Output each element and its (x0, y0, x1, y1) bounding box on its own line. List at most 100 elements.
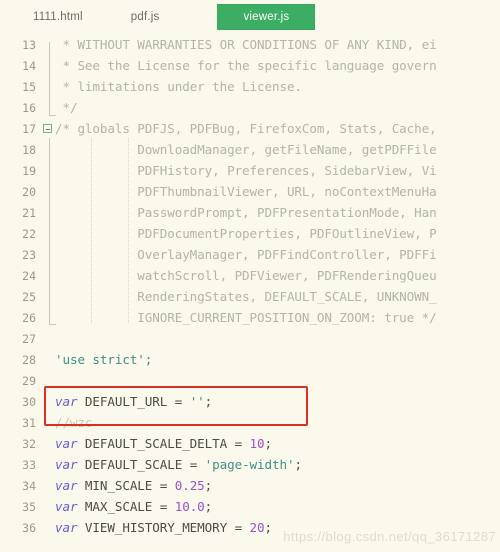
code-token: ; (204, 499, 213, 514)
line-number: 31 (22, 415, 36, 430)
code-line[interactable]: 35 var MAX_SCALE = 10.0; (0, 496, 500, 517)
code-line-text: * See the License for the specific langu… (53, 58, 436, 73)
code-token: PasswordPrompt, PDFPresentationMode, Han (55, 205, 437, 220)
line-number: 23 (22, 247, 36, 262)
code-line[interactable]: 15 * limitations under the License. (0, 76, 500, 97)
line-number: 24 (22, 268, 36, 283)
line-number: 22 (22, 226, 36, 241)
code-token: * limitations under the License. (55, 79, 302, 94)
code-token: = (159, 499, 175, 514)
code-line[interactable]: 27 (0, 328, 500, 349)
code-token: = (234, 520, 250, 535)
code-line[interactable]: 16 */ (0, 97, 500, 118)
code-token: DEFAULT_SCALE_DELTA (77, 436, 235, 451)
code-line[interactable]: 31 //wzc (0, 412, 500, 433)
code-token: 20 (249, 520, 265, 535)
code-editor-window: 1111.html pdf.js viewer.js 13 * WITHOUT … (0, 0, 500, 552)
code-line[interactable]: 32 var DEFAULT_SCALE_DELTA = 10; (0, 433, 500, 454)
tab-pdf-js[interactable]: pdf.js (120, 6, 171, 28)
code-line[interactable]: 25 RenderingStates, DEFAULT_SCALE, UNKNO… (0, 286, 500, 307)
code-line-text: IGNORE_CURRENT_POSITION_ON_ZOOM: true */ (53, 310, 437, 325)
code-token: var (55, 499, 78, 514)
code-line-text: var VIEW_HISTORY_MEMORY = 20; (53, 520, 272, 535)
code-token: 10 (249, 436, 265, 451)
tab-viewer-js[interactable]: viewer.js (218, 5, 315, 29)
code-line-text: /* globals PDFJS, PDFBug, FirefoxCom, St… (53, 121, 437, 136)
code-token: MAX_SCALE (77, 499, 160, 514)
code-fold-guide (49, 42, 56, 116)
indent-guide (128, 138, 129, 323)
code-token: 0.25 (174, 478, 205, 493)
code-line-text: OverlayManager, PDFFindController, PDFFi (53, 247, 436, 262)
code-token: = (159, 478, 175, 493)
code-line-text: var MIN_SCALE = 0.25; (53, 478, 212, 493)
code-line-text: */ (53, 100, 77, 115)
code-token: = (174, 394, 190, 409)
code-token: PDFDocumentProperties, PDFOutlineView, P (55, 226, 437, 241)
code-token: /* globals PDFJS, PDFBug, FirefoxCom, St… (55, 121, 437, 136)
code-token: DEFAULT_URL (77, 394, 175, 409)
line-number: 21 (22, 205, 36, 220)
code-line-text: PDFDocumentProperties, PDFOutlineView, P (53, 226, 437, 241)
code-line[interactable]: 30 var DEFAULT_URL = ''; (0, 391, 500, 412)
code-token: watchScroll, PDFViewer, PDFRenderingQueu (55, 268, 437, 283)
code-token: VIEW_HISTORY_MEMORY (77, 520, 235, 535)
code-token: var (55, 520, 78, 535)
line-number: 14 (22, 58, 36, 73)
code-line[interactable]: 18 DownloadManager, getFileName, getPDFF… (0, 139, 500, 160)
code-line[interactable]: 20 PDFThumbnailViewer, URL, noContextMen… (0, 181, 500, 202)
line-number: 20 (22, 184, 36, 199)
fold-toggle-icon[interactable] (42, 124, 53, 133)
code-line[interactable]: 23 OverlayManager, PDFFindController, PD… (0, 244, 500, 265)
code-token: DEFAULT_SCALE (77, 457, 190, 472)
code-token: 'page-width' (204, 457, 295, 472)
line-number: 36 (22, 520, 36, 535)
code-token: var (55, 457, 78, 472)
code-line-text: PDFThumbnailViewer, URL, noContextMenuHa (53, 184, 436, 199)
line-number: 29 (22, 373, 36, 388)
code-fold-guide (49, 138, 56, 325)
code-token: MIN_SCALE (77, 478, 160, 493)
code-token: ; (204, 478, 213, 493)
code-editor-pane[interactable]: 13 * WITHOUT WARRANTIES OR CONDITIONS OF… (0, 34, 500, 552)
code-line[interactable]: 26 IGNORE_CURRENT_POSITION_ON_ZOOM: true… (0, 307, 500, 328)
code-line-text: 'use strict'; (53, 352, 152, 367)
code-line[interactable]: 33 var DEFAULT_SCALE = 'page-width'; (0, 454, 500, 475)
line-number: 30 (22, 394, 36, 409)
code-line-text: PasswordPrompt, PDFPresentationMode, Han (53, 205, 437, 220)
code-line[interactable]: 28 'use strict'; (0, 349, 500, 370)
line-number: 26 (22, 310, 36, 325)
code-line-text: DownloadManager, getFileName, getPDFFile (53, 142, 436, 157)
code-line[interactable]: 14 * See the License for the specific la… (0, 55, 500, 76)
code-token: 'use strict'; (55, 352, 153, 367)
code-token: ; (264, 520, 273, 535)
code-line-text: var MAX_SCALE = 10.0; (53, 499, 212, 514)
code-line[interactable]: 24 watchScroll, PDFViewer, PDFRenderingQ… (0, 265, 500, 286)
code-token: IGNORE_CURRENT_POSITION_ON_ZOOM: true */ (55, 310, 437, 325)
code-line[interactable]: 34 var MIN_SCALE = 0.25; (0, 475, 500, 496)
line-number: 33 (22, 457, 36, 472)
line-number: 32 (22, 436, 36, 451)
code-line-text: var DEFAULT_URL = ''; (53, 394, 212, 409)
code-token: PDFHistory, Preferences, SidebarView, Vi (55, 163, 437, 178)
line-number: 18 (22, 142, 36, 157)
code-line-text: var DEFAULT_SCALE_DELTA = 10; (53, 436, 272, 451)
code-line[interactable]: 21 PasswordPrompt, PDFPresentationMode, … (0, 202, 500, 223)
code-line-text: //wzc (53, 415, 93, 430)
code-line[interactable]: 13 * WITHOUT WARRANTIES OR CONDITIONS OF… (0, 34, 500, 55)
code-token: var (55, 394, 78, 409)
line-number: 25 (22, 289, 36, 304)
code-token: //wzc (55, 415, 93, 430)
code-line[interactable]: 22 PDFDocumentProperties, PDFOutlineView… (0, 223, 500, 244)
line-number: 16 (22, 100, 36, 115)
code-line-text: watchScroll, PDFViewer, PDFRenderingQueu (53, 268, 437, 283)
code-token: */ (55, 100, 78, 115)
line-number: 34 (22, 478, 36, 493)
code-line[interactable]: 19 PDFHistory, Preferences, SidebarView,… (0, 160, 500, 181)
line-number: 35 (22, 499, 36, 514)
line-number: 13 (22, 37, 36, 52)
tab-1111-html[interactable]: 1111.html (22, 6, 94, 28)
code-line[interactable]: 17 /* globals PDFJS, PDFBug, FirefoxCom, … (0, 118, 500, 139)
code-line[interactable]: 29 (0, 370, 500, 391)
code-token: = (189, 457, 205, 472)
